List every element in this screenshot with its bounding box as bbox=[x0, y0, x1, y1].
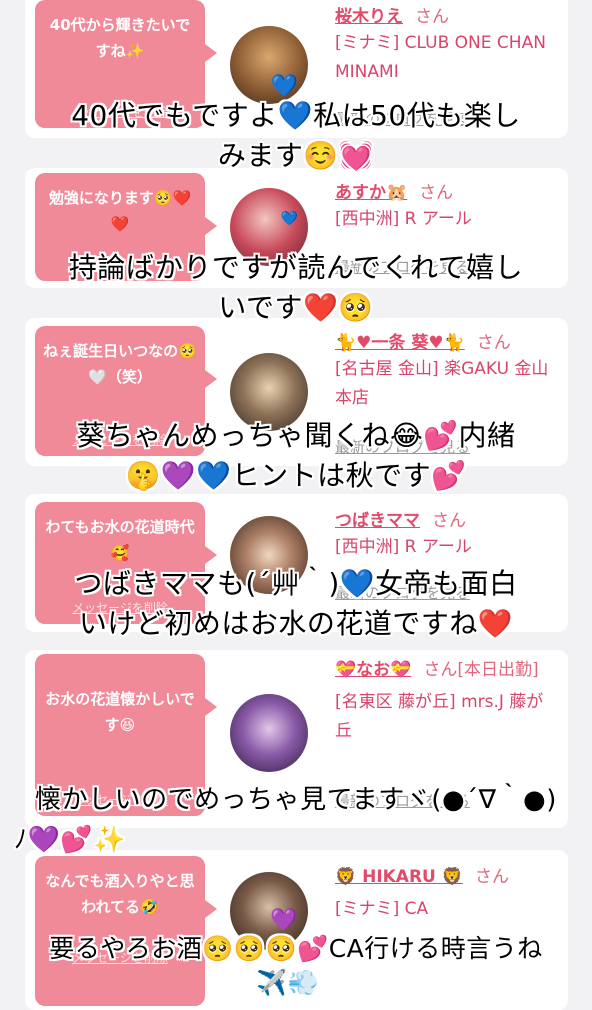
honorific: さん bbox=[432, 511, 466, 531]
reply-caption: 葵ちゃんめっちゃ聞くね😂💕内緒 🤫💜💙ヒントは秋です💕 bbox=[0, 416, 592, 496]
honorific: さん[本日出勤] bbox=[423, 660, 539, 680]
blue-heart-icon: 💙 bbox=[280, 211, 298, 227]
shop-name: [名東区 藤が丘] mrs.J 藤が丘 bbox=[335, 692, 544, 741]
purple-heart-icon: 💜 bbox=[270, 908, 298, 933]
profile-info: あすか🐹 さん [西中洲] R アール bbox=[335, 178, 560, 234]
profile-name[interactable]: 🦁 HIKARU 🦁 bbox=[335, 867, 463, 887]
comment-text: なんでも酒入りやと思われてる🤣 bbox=[45, 872, 195, 916]
avatar[interactable]: 💙 bbox=[230, 26, 308, 104]
reply-caption-line: 懐かしいのでめっちゃ見てますヾ(●´∇｀●) bbox=[35, 785, 557, 815]
reply-caption-line: みます☺️💓 bbox=[217, 139, 375, 172]
comment-text: ねぇ誕生日いつなの🥺🤍（笑） bbox=[43, 342, 197, 386]
shop-name: [名古屋 金山] 楽GAKU 金山本店 bbox=[335, 359, 549, 408]
honorific: さん bbox=[415, 7, 449, 27]
reply-caption: つばきママも(´艸｀)💙女帝も面白 いけど初めはお水の花道ですね❤️ bbox=[0, 564, 592, 644]
reply-caption: 持論ばかりですが読んでくれて嬉し いです❤️🥺 bbox=[0, 248, 592, 328]
honorific: さん bbox=[419, 183, 454, 203]
profile-name[interactable]: 🐈♥一条 葵♥🐈 bbox=[335, 333, 465, 353]
profile-name[interactable]: 桜木りえ bbox=[335, 7, 403, 27]
shop-name: [西中洲] R アール bbox=[335, 537, 472, 557]
reply-caption-line: ✈️💨 bbox=[256, 968, 320, 997]
comment-text: 勉強になります🥺❤️❤️ bbox=[48, 189, 192, 233]
reply-caption-line: 🤫💜💙ヒントは秋です💕 bbox=[125, 459, 467, 492]
profile-info: 桜木りえ さん [ミナミ] CLUB ONE CHAN MINAMI bbox=[335, 2, 560, 87]
reply-caption-line: 40代でもですよ💙私は50代も楽し bbox=[71, 99, 521, 132]
reply-caption-line: いです❤️🥺 bbox=[218, 291, 374, 324]
honorific: さん bbox=[476, 333, 511, 353]
reply-caption: 40代でもですよ💙私は50代も楽し みます☺️💓 bbox=[0, 96, 592, 176]
profile-name[interactable]: あすか🐹 bbox=[335, 183, 407, 203]
blue-heart-icon: 💙 bbox=[270, 74, 298, 99]
reply-caption: 懐かしいのでめっちゃ見てますヾ(●´∇｀●) ﾉ💜💕✨ bbox=[0, 780, 592, 860]
profile-info: 🐈♥一条 葵♥🐈 さん [名古屋 金山] 楽GAKU 金山本店 bbox=[335, 328, 560, 413]
comment-text: お水の花道懐かしいです😆 bbox=[45, 690, 195, 734]
profile-info: 🦁 HIKARU 🦁 さん [ミナミ] CA bbox=[335, 862, 560, 924]
profile-name[interactable]: 💝なお💝 bbox=[335, 660, 411, 680]
profile-info: 💝なお💝 さん[本日出勤] [名東区 藤が丘] mrs.J 藤が丘 bbox=[335, 655, 560, 746]
reply-caption-line: いけど初めはお水の花道ですね❤️ bbox=[78, 607, 514, 640]
honorific: さん bbox=[474, 867, 509, 887]
shop-name: [ミナミ] CLUB ONE CHAN MINAMI bbox=[335, 33, 546, 82]
reply-caption-line: ﾉ💜💕✨ bbox=[14, 825, 127, 855]
profile-info: つばきママ さん [西中洲] R アール bbox=[335, 506, 560, 562]
comment-text: わてもお水の花道時代🥰 bbox=[45, 518, 195, 562]
shop-name: [ミナミ] CA bbox=[335, 899, 429, 919]
reply-caption: 要るやろお酒🥺🥺🥺💕CA行ける時言うね ✈️💨 bbox=[0, 932, 592, 1000]
profile-name[interactable]: つばきママ bbox=[335, 511, 420, 531]
comment-text: 40代から輝きたいですね✨ bbox=[49, 16, 191, 60]
reply-caption-line: つばきママも(´艸｀)💙女帝も面白 bbox=[74, 567, 518, 600]
avatar[interactable] bbox=[230, 694, 308, 772]
reply-caption-line: 葵ちゃんめっちゃ聞くね😂💕内緒 bbox=[76, 419, 516, 452]
reply-caption-line: 要るやろお酒🥺🥺🥺💕CA行ける時言うね bbox=[49, 934, 543, 963]
reply-caption-line: 持論ばかりですが読んでくれて嬉し bbox=[68, 251, 524, 284]
shop-name: [西中洲] R アール bbox=[335, 209, 472, 229]
